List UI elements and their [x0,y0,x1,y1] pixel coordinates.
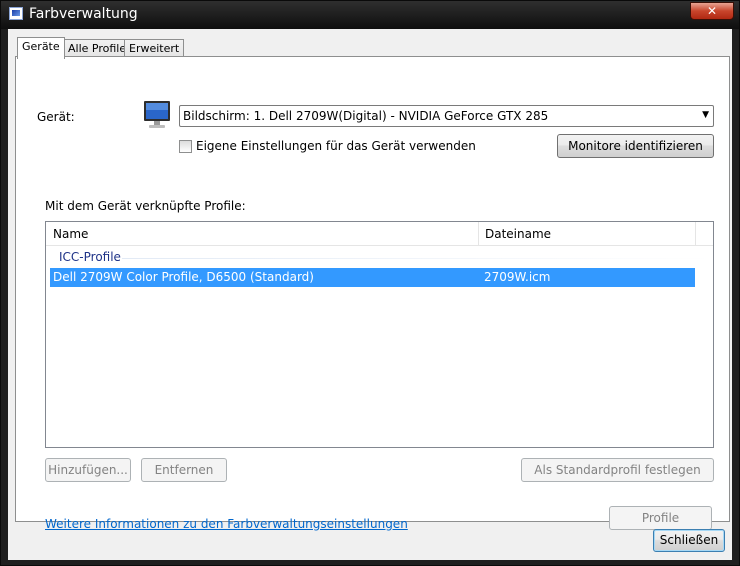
title-bar[interactable]: Farbverwaltung ✕ [1,1,739,29]
device-select[interactable]: Bildschirm: 1. Dell 2709W(Digital) - NVI… [179,105,714,127]
column-header-name[interactable]: Name [46,222,88,246]
section-divider [38,493,714,494]
custom-settings-label[interactable]: Eigene Einstellungen für das Gerät verwe… [196,139,476,153]
profile-file-cell: 2709W.icm [484,270,551,284]
color-management-window: Farbverwaltung ✕ Geräte Alle Profile Erw… [0,0,740,566]
add-profile-button[interactable]: Hinzufügen... [45,458,131,482]
group-header-icc-profiles[interactable]: ICC-Profile [59,250,121,264]
close-dialog-button[interactable]: Schließen [653,529,725,552]
remove-profile-button[interactable]: Entfernen [141,458,227,482]
close-window-button[interactable]: ✕ [690,2,734,20]
monitor-icon [144,101,170,128]
custom-settings-checkbox[interactable] [179,140,192,153]
profiles-button[interactable]: Profile [609,506,712,530]
tab-devices[interactable]: Geräte [17,37,65,59]
table-row[interactable]: Dell 2709W Color Profile, D6500 (Standar… [50,268,695,287]
column-divider[interactable] [695,222,696,246]
column-header-filename[interactable]: Dateiname [478,222,551,246]
profiles-list-view[interactable]: Name Dateiname ICC-Profile Dell 2709W Co… [45,221,714,448]
more-info-link[interactable]: Weitere Informationen zu den Farbverwalt… [45,517,408,531]
profile-name-cell: Dell 2709W Color Profile, D6500 (Standar… [53,270,314,284]
window-title: Farbverwaltung [29,6,138,22]
devices-tab-panel: Gerät: Bildschirm: 1. Dell 2709W(Digital… [15,56,730,531]
chevron-down-icon: ▼ [702,110,709,120]
color-management-app-icon [9,7,23,20]
dialog-client-area: Geräte Alle Profile Erweitert Gerät: Bil… [8,29,732,560]
device-label: Gerät: [37,110,75,124]
identify-monitors-button[interactable]: Monitore identifizieren [557,134,714,158]
list-header: Name Dateiname [46,222,713,246]
group-divider [122,258,713,259]
device-select-value: Bildschirm: 1. Dell 2709W(Digital) - NVI… [183,109,549,123]
profiles-section-label: Mit dem Gerät verknüpfte Profile: [45,199,246,213]
set-default-profile-button[interactable]: Als Standardprofil festlegen [521,458,714,482]
